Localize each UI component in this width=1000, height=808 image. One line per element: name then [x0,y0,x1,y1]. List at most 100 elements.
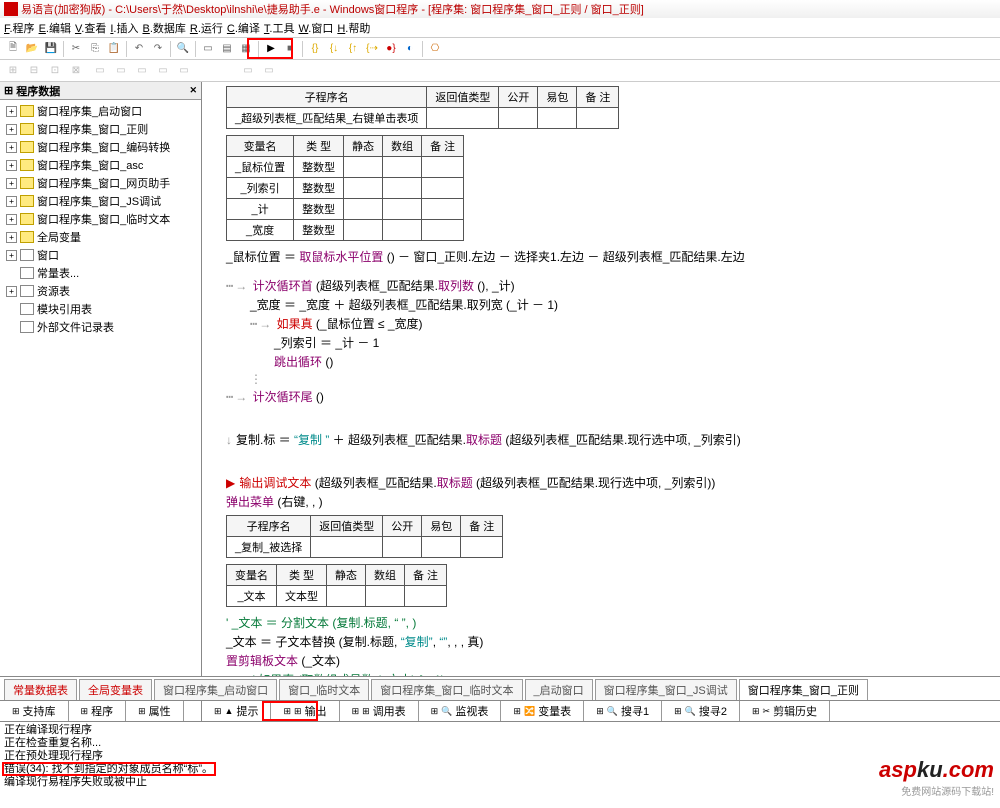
stop-icon[interactable]: ■ [281,40,299,58]
t2-1-icon[interactable]: ⊞ [4,62,22,80]
editor-tab[interactable]: 窗口程序集_窗口_JS调试 [595,679,737,700]
t2-6-icon[interactable]: ▭ [112,62,130,80]
editor-tab[interactable]: 常量数据表 [4,679,77,700]
tree: +窗口程序集_启动窗口+窗口程序集_窗口_正则+窗口程序集_窗口_编码转换+窗口… [0,100,201,676]
output-line: 编译现行易程序失败或被中止 [4,776,996,789]
panel-tab[interactable]: 🔍 搜寻1 [584,701,662,721]
view1-icon[interactable]: ▭ [199,40,217,58]
menu-item[interactable]: W.窗口 [298,20,333,36]
menu-item[interactable]: I.插入 [110,20,138,36]
output-line: 正在编译现行程序 [4,724,996,737]
t2-11-icon[interactable]: ▭ [260,62,278,80]
code-line[interactable]: ┅→ 计次循环首 (超级列表框_匹配结果.取列数 (), _计) [206,276,996,295]
panel-tab[interactable]: 程序 [69,701,127,721]
step2-icon[interactable]: {↓ [325,40,343,58]
toolbar-2: ⊞ ⊟ ⊡ ⊠ ▭ ▭ ▭ ▭ ▭ ▭ ▭ [0,60,1000,82]
panel-tab[interactable]: ⊞ 输出 [271,701,339,721]
view3-icon[interactable]: ▦ [237,40,255,58]
app-icon [4,2,18,16]
menu-item[interactable]: R.运行 [190,20,223,36]
undo-icon[interactable]: ↶ [130,40,148,58]
tree-item[interactable]: +窗口程序集_启动窗口 [2,102,199,120]
copy-icon[interactable]: ⎘ [86,40,104,58]
tree-item[interactable]: +窗口程序集_窗口_JS调试 [2,192,199,210]
editor-tab[interactable]: 窗口_临时文本 [279,679,369,700]
panel-tab[interactable]: 🔍 搜寻2 [662,701,740,721]
panel-tab[interactable]: 属性 [126,701,184,721]
panel-header[interactable]: 程序数据 [0,82,201,100]
code-line[interactable]: ↓复制.标 ＝ “复制 ” ＋ 超级列表框_匹配结果.取标题 (超级列表框_匹配… [206,430,996,449]
code-line[interactable]: _鼠标位置 ＝ 取鼠标水平位置 () － 窗口_正则.左边 － 选择夹1.左边 … [206,247,996,266]
t2-7-icon[interactable]: ▭ [133,62,151,80]
t2-9-icon[interactable]: ▭ [175,62,193,80]
menu-item[interactable]: H.帮助 [337,20,370,36]
code-line[interactable]: 置剪辑板文本 (_文本) [206,651,996,670]
editor-tab[interactable]: _启动窗口 [525,679,593,700]
code-line[interactable]: ⋮ [206,371,996,387]
code-line[interactable]: _列索引 ＝ _计 － 1 [206,333,996,352]
find-icon[interactable]: 🔍 [174,40,192,58]
view2-icon[interactable]: ▤ [218,40,236,58]
code-editor[interactable]: 子程序名返回值类型公开易包备 注_超级列表框_匹配结果_右键单击表项 变量名类 … [202,82,1000,676]
panel-tab[interactable]: 🔍 监视表 [419,701,502,721]
run-icon[interactable]: ▶ [262,40,280,58]
tree-item[interactable]: +窗口程序集_窗口_asc [2,156,199,174]
action1-icon[interactable]: ◐ [401,40,419,58]
code-line[interactable]: 跳出循环 () [206,352,996,371]
tree-item[interactable]: 模块引用表 [2,300,199,318]
step1-icon[interactable]: {} [306,40,324,58]
menu-item[interactable]: C.编译 [227,20,260,36]
code-line[interactable]: _文本 ＝ 子文本替换 (复制.标题, “复制”, “”, , , 真) [206,632,996,651]
panel-tab[interactable]: ✂ 剪辑历史 [740,701,830,721]
menu-item[interactable]: T.工具 [264,20,295,36]
t2-5-icon[interactable]: ▭ [91,62,109,80]
tree-item[interactable]: 常量表... [2,264,199,282]
cut-icon[interactable]: ✂ [67,40,85,58]
step4-icon[interactable]: {⇢ [363,40,381,58]
panel-tab[interactable]: 🔀 变量表 [501,701,584,721]
watermark-logo: aspku.com 免费网站源码下载站! [879,757,994,798]
redo-icon[interactable]: ↷ [149,40,167,58]
tree-item[interactable]: +窗口程序集_窗口_编码转换 [2,138,199,156]
menu-item[interactable]: F.程序 [4,20,35,36]
panel-tab[interactable]: ▲ 提示 [202,701,271,721]
editor-tab[interactable]: 窗口程序集_启动窗口 [154,679,277,700]
code-line[interactable]: 弹出菜单 (右键, , ) [206,492,996,511]
subroutine-table-2: 子程序名返回值类型公开易包备 注_复制_被选择 [226,515,503,558]
t2-10-icon[interactable]: ▭ [239,62,257,80]
tree-item[interactable]: +窗口程序集_窗口_网页助手 [2,174,199,192]
new-icon[interactable]: 🗎 [4,40,22,58]
output-line: 正在预处理现行程序 [4,750,996,763]
menu-item[interactable]: E.编辑 [39,20,71,36]
code-line[interactable]: ┅→ ' 如果真 (取数组成员数 (_文本) ＞ 1) [206,670,996,676]
step3-icon[interactable]: {↑ [344,40,362,58]
menu-item[interactable]: V.查看 [75,20,106,36]
code-line[interactable]: ' _文本 ＝ 分割文本 (复制.标题, “ ”, ) [206,613,996,632]
code-line[interactable]: ┅→ 计次循环尾 () [206,387,996,406]
t2-3-icon[interactable]: ⊡ [46,62,64,80]
code-line[interactable]: ┅→ 如果真 (_鼠标位置 ≤ _宽度) [206,314,996,333]
t2-2-icon[interactable]: ⊟ [25,62,43,80]
tool-icon[interactable]: ⎔ [426,40,444,58]
tree-item[interactable]: +窗口 [2,246,199,264]
save-icon[interactable]: 💾 [42,40,60,58]
breakpoint-icon[interactable]: ●} [382,40,400,58]
t2-8-icon[interactable]: ▭ [154,62,172,80]
var-table-1: 变量名类 型静态数组备 注_鼠标位置整数型_列索引整数型_计整数型_宽度整数型 [226,135,464,241]
tree-item[interactable]: +资源表 [2,282,199,300]
open-icon[interactable]: 📂 [23,40,41,58]
paste-icon[interactable]: 📋 [105,40,123,58]
tree-item[interactable]: +窗口程序集_窗口_临时文本 [2,210,199,228]
tree-item[interactable]: +全局变量 [2,228,199,246]
editor-tab[interactable]: 窗口程序集_窗口_临时文本 [371,679,522,700]
editor-tab[interactable]: 全局变量表 [79,679,152,700]
t2-4-icon[interactable]: ⊠ [67,62,85,80]
panel-tab[interactable]: ⊞ 调用表 [340,701,419,721]
code-line[interactable]: ▶ 输出调试文本 (超级列表框_匹配结果.取标题 (超级列表框_匹配结果.现行选… [206,473,996,492]
tree-item[interactable]: +窗口程序集_窗口_正则 [2,120,199,138]
tree-item[interactable]: 外部文件记录表 [2,318,199,336]
menu-item[interactable]: B.数据库 [142,20,185,36]
panel-tab[interactable]: 支持库 [0,701,69,721]
code-line[interactable]: _宽度 ＝ _宽度 ＋ 超级列表框_匹配结果.取列宽 (_计 － 1) [206,295,996,314]
editor-tab[interactable]: 窗口程序集_窗口_正则 [739,679,868,700]
